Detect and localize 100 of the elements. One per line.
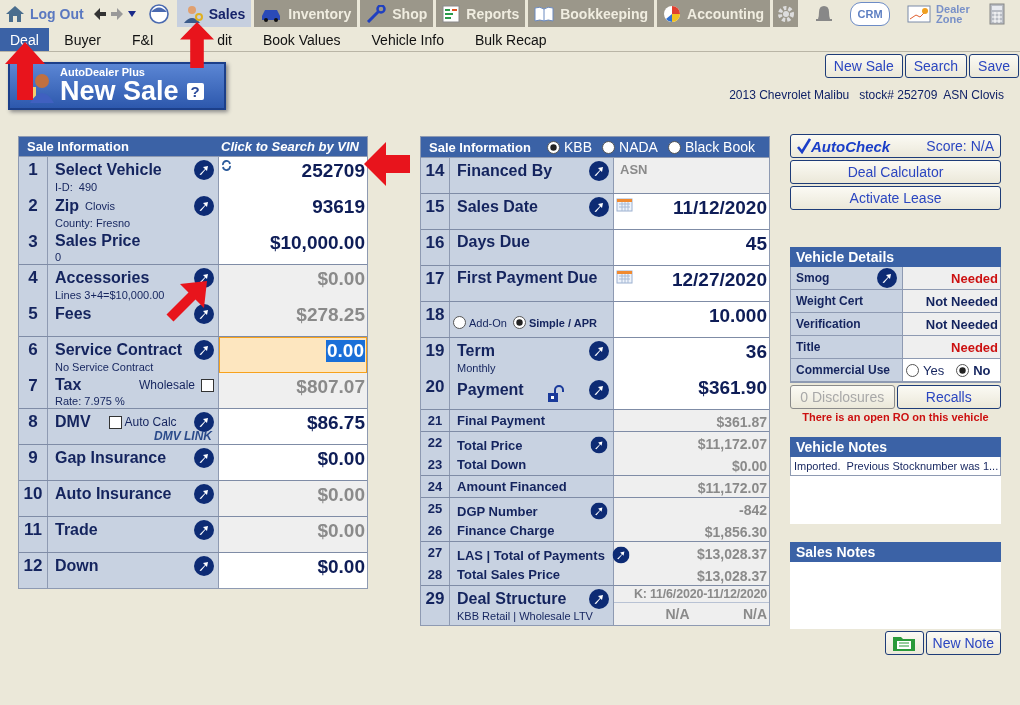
note-entry[interactable]: Imported. Previous Stocknumber was 1... xyxy=(790,457,1001,476)
arrow-circle-icon[interactable] xyxy=(194,484,214,504)
panel-button[interactable]: Deal Calculator xyxy=(790,160,1001,184)
field-label: Select Vehicle xyxy=(55,161,162,179)
checkbox[interactable] xyxy=(201,378,214,392)
panel-button[interactable]: Activate Lease xyxy=(790,186,1001,210)
row-number: 16 xyxy=(421,230,450,265)
field-label: Total Down xyxy=(457,457,527,472)
autocheck-button[interactable]: AutoCheck Score: N/A xyxy=(790,134,1001,158)
amount-field[interactable]: 12/27/2020 xyxy=(614,266,769,301)
logout-link[interactable]: Log Out xyxy=(5,4,84,23)
checkbox[interactable] xyxy=(108,415,122,429)
chart-icon[interactable] xyxy=(907,4,932,23)
arrow-circle-icon[interactable] xyxy=(877,268,897,288)
dropdown-caret-icon[interactable] xyxy=(126,9,137,18)
action-button[interactable]: New Sale xyxy=(824,54,903,78)
arrow-circle-icon[interactable] xyxy=(194,556,214,576)
sub-tab[interactable]: dit xyxy=(169,28,248,51)
detail-label: Title xyxy=(796,340,821,354)
amount-field[interactable]: $361.90 xyxy=(614,374,769,409)
amount-field[interactable]: 11/12/2020 xyxy=(614,194,769,229)
sub-tab[interactable]: Deal xyxy=(0,28,49,51)
amount-field[interactable]: 252709 xyxy=(219,157,367,193)
arrow-circle-icon[interactable] xyxy=(589,380,609,400)
arrow-circle-icon[interactable] xyxy=(194,160,214,180)
amount-field[interactable]: $10,000.00 xyxy=(219,229,367,264)
amount-field[interactable]: $0.00 xyxy=(219,553,367,588)
annotation-arrow xyxy=(364,142,410,186)
field-label: DGP Number xyxy=(457,503,538,519)
table-cell-text: N/A xyxy=(741,605,768,623)
refresh-icon[interactable] xyxy=(221,160,232,171)
crm-button[interactable]: CRM xyxy=(850,1,891,26)
folder-button[interactable] xyxy=(884,631,924,655)
help-button[interactable]: ? xyxy=(186,83,204,100)
panel-title: Sale Information xyxy=(429,139,531,155)
field-detail: Monthly xyxy=(457,362,497,374)
section-header: Sales Notes xyxy=(790,542,1001,562)
radio-button[interactable] xyxy=(453,316,466,329)
radio-button[interactable] xyxy=(667,140,681,154)
arrow-circle-icon[interactable] xyxy=(194,520,214,540)
radio-button[interactable] xyxy=(547,140,561,154)
row-number: 22 xyxy=(421,432,450,455)
module-tab[interactable]: Sales xyxy=(176,0,252,27)
amount-field[interactable]: 10.000 xyxy=(614,302,769,337)
bell-icon[interactable] xyxy=(815,3,834,24)
arrow-circle-icon[interactable] xyxy=(612,546,630,564)
arrow-circle-icon[interactable] xyxy=(194,304,214,324)
arrow-circle-icon[interactable] xyxy=(590,436,608,454)
action-button[interactable]: Save xyxy=(969,54,1019,78)
arrow-circle-icon[interactable] xyxy=(194,448,214,468)
action-button[interactable]: Search xyxy=(904,54,968,78)
status-value: Needed xyxy=(903,267,1000,290)
row-number: 9 xyxy=(19,445,48,480)
field-label: Days Due xyxy=(457,233,530,251)
field-label: Accessories xyxy=(55,269,150,287)
radio-button[interactable] xyxy=(906,363,919,377)
amount-field[interactable]: 36 xyxy=(614,338,769,374)
dmv-link-logo: DMV LINK xyxy=(154,429,212,443)
field-label: Payment xyxy=(457,381,524,399)
sub-tab[interactable]: Book Values xyxy=(247,28,357,51)
radio-button[interactable] xyxy=(956,363,970,377)
arrow-circle-icon[interactable] xyxy=(194,340,214,360)
arrow-circle-icon[interactable] xyxy=(589,589,609,609)
field-label: Fees xyxy=(55,305,92,323)
arrow-circle-icon[interactable] xyxy=(589,197,609,217)
warning-text: There is an open RO on this vehicle xyxy=(801,411,990,423)
row-number: 8 xyxy=(19,409,48,444)
new-note-button[interactable]: New Note xyxy=(925,631,1001,655)
sub-tab[interactable]: Buyer xyxy=(48,28,117,51)
amount-field[interactable]: $0.00 xyxy=(219,445,367,480)
row-number: 29 xyxy=(421,586,450,625)
amount-field[interactable]: $86.75 xyxy=(219,409,367,444)
field-detail: I-D: 490 xyxy=(55,181,99,193)
radio-label: Simple / APR xyxy=(528,316,597,329)
unlocked-icon[interactable] xyxy=(547,385,566,403)
vin-search-link[interactable]: Click to Search by VIN xyxy=(221,139,359,154)
arrow-circle-icon[interactable] xyxy=(590,502,608,520)
panel-button[interactable]: Recalls xyxy=(896,385,1001,409)
sub-tab[interactable]: Vehicle Info xyxy=(356,28,460,51)
row-number: 21 xyxy=(421,410,450,431)
row-number: 19 xyxy=(421,338,450,374)
field-note: Wholesale xyxy=(138,378,195,392)
arrow-circle-icon[interactable] xyxy=(589,161,609,181)
back-arrow-icon[interactable] xyxy=(92,6,107,21)
section-header: Vehicle Notes xyxy=(790,437,1001,457)
report-icon xyxy=(442,4,461,23)
check-icon xyxy=(797,138,811,154)
sub-tab[interactable]: Bulk Recap xyxy=(459,28,562,51)
arrow-circle-icon[interactable] xyxy=(194,412,214,432)
radio-label: NADA xyxy=(619,139,658,155)
field-label: Total Sales Price xyxy=(457,567,561,582)
radio-button[interactable] xyxy=(512,316,526,329)
radio-button[interactable] xyxy=(602,140,616,154)
arrow-circle-icon[interactable] xyxy=(589,341,609,361)
amount-field[interactable]: 93619 xyxy=(219,193,367,229)
field-label: Amount Financed xyxy=(457,479,567,494)
amount-field[interactable]: 45 xyxy=(614,230,769,265)
arrow-circle-icon[interactable] xyxy=(194,196,214,216)
amount-field[interactable]: 0.00 xyxy=(219,337,367,373)
sub-tab[interactable]: F&I xyxy=(116,28,170,51)
